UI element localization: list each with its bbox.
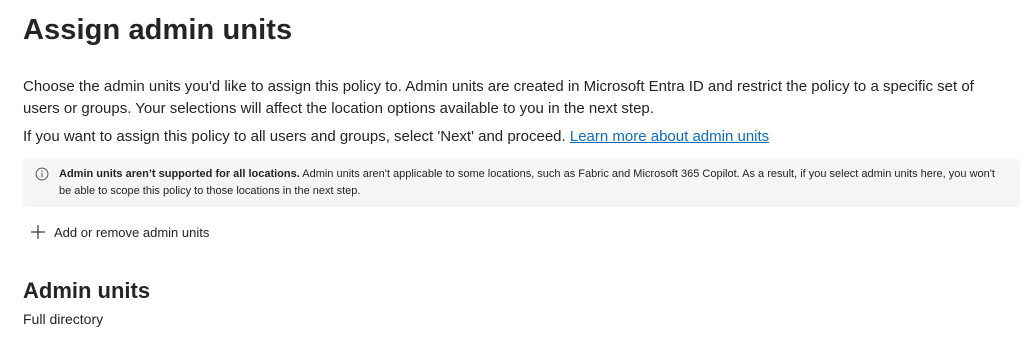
admin-units-heading: Admin units (23, 278, 151, 303)
info-bar-title: Admin units aren’t supported for all loc… (59, 168, 300, 180)
learn-more-link[interactable]: Learn more about admin units (570, 128, 769, 145)
page-description: Choose the admin units you'd like to ass… (23, 78, 974, 117)
page-instruction: If you want to assign this policy to all… (23, 126, 769, 148)
assign-admin-units-page: Assign admin units Choose the admin unit… (0, 0, 1024, 345)
info-message-bar: Admin units aren’t supported for all loc… (23, 159, 1020, 207)
add-remove-admin-units-button[interactable]: Add or remove admin units (30, 224, 209, 240)
admin-units-value: Full directory (23, 311, 104, 327)
instruction-text: If you want to assign this policy to all… (23, 128, 566, 145)
page-title: Assign admin units (23, 14, 293, 46)
plus-icon (31, 225, 45, 239)
info-icon (35, 167, 49, 181)
add-remove-admin-units-label: Add or remove admin units (54, 224, 210, 240)
